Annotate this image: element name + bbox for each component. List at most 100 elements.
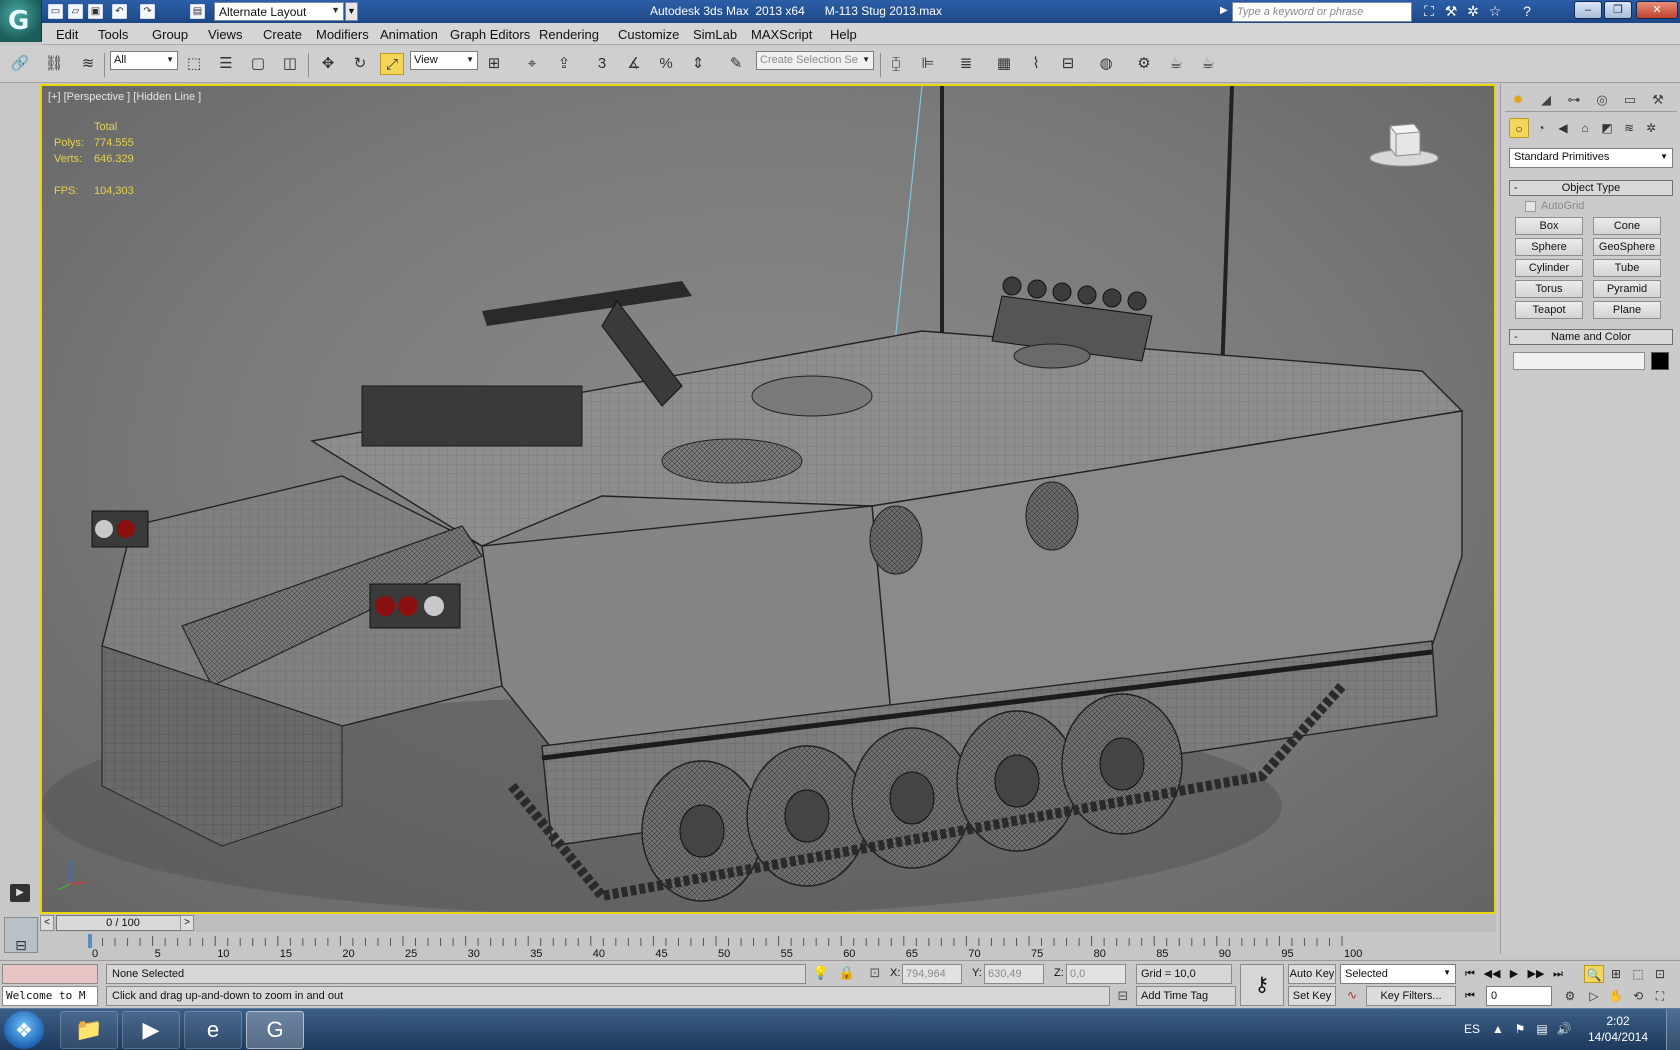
key-mode-dropdown[interactable]: Selected ▼ xyxy=(1340,964,1456,984)
default-tangent-icon[interactable]: ∿ xyxy=(1342,988,1362,1004)
object-name-input[interactable] xyxy=(1513,352,1645,370)
snaps-toggle-icon[interactable]: 3 xyxy=(590,53,614,75)
geosphere-button[interactable]: GeoSphere xyxy=(1593,238,1661,256)
system-clock[interactable]: 2:02 14/04/2014 xyxy=(1586,1013,1650,1045)
selection-lock-icon[interactable]: 🔒 xyxy=(838,965,856,983)
next-frame-icon[interactable]: ▶▶ xyxy=(1526,965,1546,983)
maxscript-listener-output[interactable] xyxy=(2,964,98,984)
3dsmax-taskbar-icon[interactable]: G xyxy=(246,1011,304,1049)
track-bar[interactable]: 0 5 10 15 20 25 30 35 40 45 50 55 60 65 70 75 80 85 90 95 10… xyxy=(40,934,1496,960)
geometry-icon[interactable]: ○ xyxy=(1509,118,1529,138)
subscription-icon[interactable]: ⚒ xyxy=(1442,3,1460,20)
go-to-start-icon[interactable]: ⏮ xyxy=(1460,965,1480,983)
add-time-tag-button[interactable]: Add Time Tag xyxy=(1136,986,1236,1006)
communication-center-icon[interactable]: ✲ xyxy=(1464,3,1482,20)
pivot-center-icon[interactable]: ⊞ xyxy=(482,53,506,75)
window-crossing-icon[interactable]: ◫ xyxy=(278,53,302,75)
hierarchy-tab-icon[interactable]: ⊶ xyxy=(1563,90,1585,110)
menu-animation[interactable]: Animation xyxy=(380,27,438,42)
binoculars-icon[interactable]: ⛶ xyxy=(1420,3,1438,20)
modify-tab-icon[interactable]: ◢ xyxy=(1535,90,1557,110)
menu-group[interactable]: Group xyxy=(152,27,188,42)
z-coordinate-field[interactable]: 0,0 xyxy=(1066,964,1126,984)
start-button[interactable]: ❖ xyxy=(4,1011,44,1049)
current-frame-field[interactable]: 0 xyxy=(1486,986,1552,1006)
play-icon[interactable]: ▶ xyxy=(1504,965,1524,983)
zoom-all-icon[interactable]: ⊞ xyxy=(1606,965,1626,983)
volume-icon[interactable]: 🔊 xyxy=(1556,1022,1572,1038)
material-editor-icon[interactable]: ◍ xyxy=(1094,53,1118,75)
layer-manager-icon[interactable]: ≣ xyxy=(954,53,978,75)
sphere-button[interactable]: Sphere xyxy=(1515,238,1583,256)
select-and-rotate-icon[interactable]: ↻ xyxy=(348,53,372,75)
y-coordinate-field[interactable]: 630,49 xyxy=(984,964,1044,984)
pan-view-icon[interactable]: ✋ xyxy=(1606,987,1626,1005)
orbit-icon[interactable]: ⟲ xyxy=(1628,987,1648,1005)
rectangular-selection-icon[interactable]: ▢ xyxy=(246,53,270,75)
time-slider[interactable]: < 0 / 100 > xyxy=(40,914,1496,932)
undo-icon[interactable]: ↶ xyxy=(112,4,127,19)
object-type-rollout[interactable]: - Object Type xyxy=(1509,180,1673,196)
reference-coordinate-dropdown[interactable]: View ▼ xyxy=(410,51,478,70)
select-and-scale-icon[interactable]: ⤢ xyxy=(380,53,404,75)
select-and-link-icon[interactable]: 🔗 xyxy=(8,53,32,75)
select-object-icon[interactable]: ⬚ xyxy=(182,53,206,75)
select-manipulate-icon[interactable]: ⌖ xyxy=(520,53,544,75)
unlink-icon[interactable]: ⛓ xyxy=(42,53,66,75)
mini-curve-editor-icon[interactable]: ⊟ xyxy=(8,937,34,957)
time-configuration-icon[interactable]: ⚙ xyxy=(1560,987,1580,1005)
go-to-end-icon[interactable]: ⏭ xyxy=(1548,965,1568,983)
menu-modifiers[interactable]: Modifiers xyxy=(316,27,369,42)
box-button[interactable]: Box xyxy=(1515,217,1583,235)
help-icon[interactable]: ? xyxy=(1518,3,1536,20)
zoom-extents-icon[interactable]: ⬚ xyxy=(1628,965,1648,983)
workspace-menu-button[interactable]: ▼ xyxy=(345,2,358,21)
pyramid-button[interactable]: Pyramid xyxy=(1593,280,1661,298)
selection-filter-dropdown[interactable]: All ▼ xyxy=(110,51,178,70)
media-player-taskbar-icon[interactable]: ▶ xyxy=(122,1011,180,1049)
edit-named-selection-icon[interactable]: ✎ xyxy=(724,53,748,75)
new-file-icon[interactable]: ▭ xyxy=(48,4,63,19)
menu-create[interactable]: Create xyxy=(263,27,302,42)
input-language[interactable]: ES xyxy=(1464,1022,1480,1036)
maxscript-listener-input[interactable]: Welcome to M xyxy=(2,986,98,1006)
network-icon[interactable]: ▤ xyxy=(1534,1022,1550,1038)
autogrid-checkbox[interactable] xyxy=(1525,201,1536,212)
viewcube-icon[interactable] xyxy=(1368,118,1440,168)
named-selection-dropdown[interactable]: Create Selection Se ▼ xyxy=(756,51,874,70)
menu-help[interactable]: Help xyxy=(830,27,857,42)
shapes-icon[interactable]: ◔ xyxy=(1531,118,1551,138)
menu-customize[interactable]: Customize xyxy=(618,27,679,42)
helpers-icon[interactable]: ◩ xyxy=(1597,118,1617,138)
render-production-icon[interactable]: ☕ xyxy=(1196,53,1220,75)
key-filters-button[interactable]: Key Filters... xyxy=(1366,986,1456,1006)
zoom-icon[interactable]: 🔍 xyxy=(1584,965,1604,983)
torus-button[interactable]: Torus xyxy=(1515,280,1583,298)
workspace-dropdown[interactable]: Alternate Layout ▼ xyxy=(214,2,344,21)
explorer-taskbar-icon[interactable]: 📁 xyxy=(60,1011,118,1049)
align-icon[interactable]: ⊫ xyxy=(916,53,940,75)
render-setup-icon[interactable]: ⚙ xyxy=(1132,53,1156,75)
display-tab-icon[interactable]: ▭ xyxy=(1619,90,1641,110)
menu-tools[interactable]: Tools xyxy=(98,27,128,42)
zoom-extents-all-icon[interactable]: ⊡ xyxy=(1650,965,1670,983)
menu-maxscript[interactable]: MAXScript xyxy=(751,27,812,42)
primitive-category-dropdown[interactable]: Standard Primitives ▼ xyxy=(1509,148,1673,168)
name-and-color-rollout[interactable]: - Name and Color xyxy=(1509,329,1673,345)
space-warps-icon[interactable]: ≋ xyxy=(1619,118,1639,138)
menu-graph-editors[interactable]: Graph Editors xyxy=(450,27,530,42)
tube-button[interactable]: Tube xyxy=(1593,259,1661,277)
viewport-label-menu[interactable]: [+] [Perspective ] [Hidden Line ] xyxy=(48,91,201,103)
expand-viewport-icon[interactable]: ▶ xyxy=(10,884,30,902)
isolate-selection-icon[interactable]: 💡 xyxy=(812,965,830,983)
menu-views[interactable]: Views xyxy=(208,27,242,42)
time-slider-prev-button[interactable]: < xyxy=(40,915,54,931)
schematic-view-icon[interactable]: ⊟ xyxy=(1056,53,1080,75)
previous-frame-icon[interactable]: ◀◀ xyxy=(1482,965,1502,983)
bind-space-warp-icon[interactable]: ≋ xyxy=(76,53,100,75)
application-button[interactable]: G xyxy=(0,0,42,42)
project-folder-icon[interactable]: ▤ xyxy=(190,4,205,19)
plane-button[interactable]: Plane xyxy=(1593,301,1661,319)
utilities-tab-icon[interactable]: ⚒ xyxy=(1647,90,1669,110)
keyboard-shortcut-override-icon[interactable]: ⇪ xyxy=(552,53,576,75)
